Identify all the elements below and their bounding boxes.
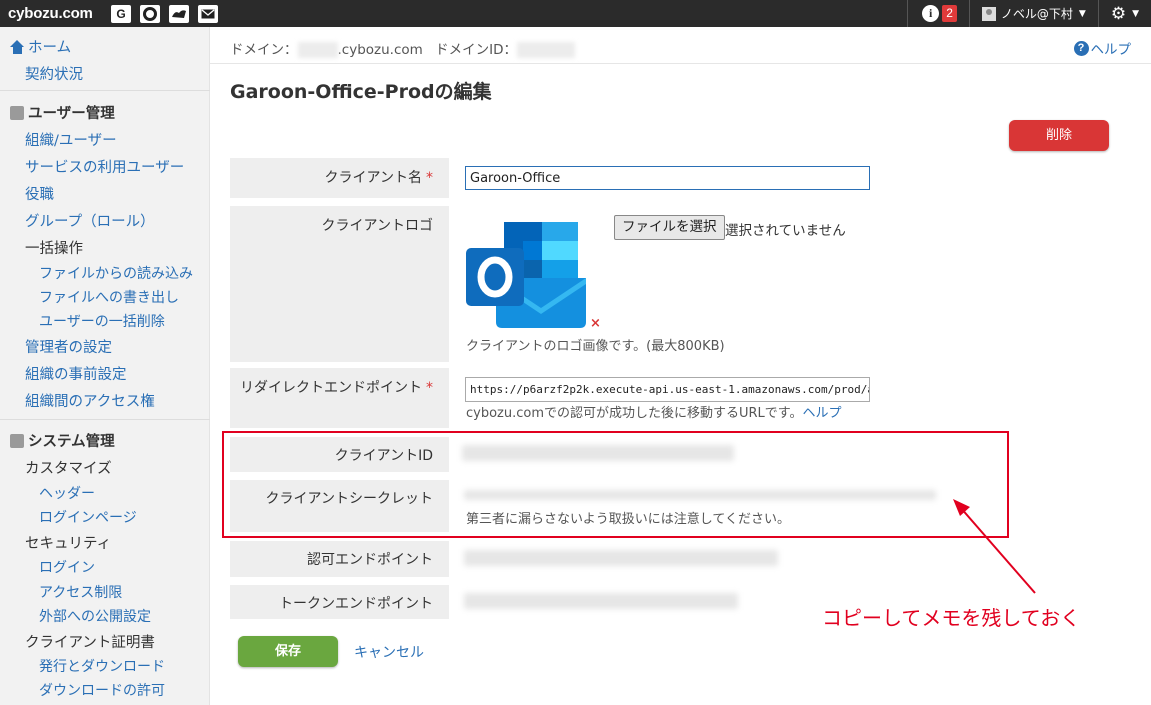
remove-logo-icon[interactable]: × xyxy=(590,316,601,331)
auth-endpoint-label: 認可エンドポイント xyxy=(230,541,449,577)
sidebar-item-home[interactable]: ホーム xyxy=(10,36,71,57)
user-menu[interactable]: ノベル@下村 ▼ xyxy=(970,0,1098,27)
system-management-heading: システム管理 xyxy=(10,430,115,451)
sidebar-item-client-cert: クライアント証明書 xyxy=(25,635,155,651)
sidebar-item-access-restriction[interactable]: アクセス制限 xyxy=(39,582,122,602)
home-icon xyxy=(10,39,25,54)
sidebar-item-admins[interactable]: 管理者の設定 xyxy=(25,336,112,357)
caret-down-icon: ▼ xyxy=(1132,8,1139,19)
sidebar: ホーム 契約状況 ユーザー管理 組織/ユーザー サービスの利用ユーザー 役職 グ… xyxy=(0,27,210,705)
redirect-endpoint-input[interactable]: https://p6arzf2p2k.execute-api.us-east-1… xyxy=(465,377,870,402)
delete-button[interactable]: 削除 xyxy=(1009,120,1109,151)
choose-file-button[interactable]: ファイルを選択 xyxy=(614,215,725,240)
user-name: ノベル@下村 xyxy=(1000,7,1073,21)
sidebar-item-org-users[interactable]: 組織/ユーザー xyxy=(25,129,117,150)
logo-hint: クライアントのロゴ画像です。(最大800KB) xyxy=(466,339,725,354)
client-name-label: クライアント名 * xyxy=(230,158,449,198)
top-bar: cybozu.com G i 2 ノベル@下村 ▼ ⚙ ▼ xyxy=(0,0,1151,27)
garoon-app-icon[interactable]: G xyxy=(111,4,131,23)
sidebar-item-contract[interactable]: 契約状況 xyxy=(25,63,83,84)
outlook-logo-image xyxy=(466,222,586,328)
user-icon xyxy=(981,6,996,21)
token-endpoint-label: トークンエンドポイント xyxy=(230,585,449,619)
user-icon xyxy=(10,105,24,120)
gear-icon: ⚙ xyxy=(1110,3,1127,24)
token-endpoint-value-redacted xyxy=(464,593,738,609)
info-icon: i xyxy=(922,5,940,22)
sidebar-item-cert-permit[interactable]: ダウンロードの許可 xyxy=(39,680,165,700)
auth-endpoint-value-redacted xyxy=(464,550,778,566)
client-name-input[interactable] xyxy=(465,166,870,190)
domain-info: ドメイン： .cybozu.com ドメインID： xyxy=(230,38,575,58)
sidebar-item-positions[interactable]: 役職 xyxy=(25,183,54,204)
mail-app-icon[interactable] xyxy=(198,4,218,23)
caret-down-icon: ▼ xyxy=(1078,8,1086,19)
sidebar-item-bulk: 一括操作 xyxy=(25,241,83,257)
cancel-link[interactable]: キャンセル xyxy=(354,642,424,662)
sidebar-item-header[interactable]: ヘッダー xyxy=(39,483,95,503)
help-link[interactable]: ? ヘルプ xyxy=(1073,38,1131,58)
kintone-app-icon[interactable] xyxy=(169,4,189,23)
sidebar-item-cert-issue[interactable]: 発行とダウンロード xyxy=(39,656,165,676)
brand-logo[interactable]: cybozu.com xyxy=(8,5,111,22)
question-icon: ? xyxy=(1073,40,1089,56)
sidebar-item-login-page[interactable]: ログインページ xyxy=(39,507,137,527)
sidebar-item-export[interactable]: ファイルへの書き出し xyxy=(39,287,179,307)
save-button[interactable]: 保存 xyxy=(238,636,338,667)
redirect-endpoint-label: リダイレクトエンドポイント * xyxy=(230,368,449,428)
notification-button[interactable]: i 2 xyxy=(908,0,969,27)
client-logo-label: クライアントロゴ xyxy=(230,206,449,362)
sidebar-item-import[interactable]: ファイルからの読み込み xyxy=(39,263,193,283)
user-management-heading: ユーザー管理 xyxy=(10,102,115,123)
file-status: 選択されていません xyxy=(725,223,846,239)
sidebar-item-login[interactable]: ログイン xyxy=(39,557,95,577)
page-title: Garoon-Office-Prodの編集 xyxy=(230,81,492,103)
sidebar-item-org-presets[interactable]: 組織の事前設定 xyxy=(25,363,127,384)
domain-bar: ドメイン： .cybozu.com ドメインID： ? ヘルプ xyxy=(210,27,1151,64)
annotation-text: コピーしてメモを残しておく xyxy=(822,606,1081,630)
sidebar-item-bulk-delete[interactable]: ユーザーの一括削除 xyxy=(39,311,165,331)
sidebar-item-groups[interactable]: グループ（ロール） xyxy=(25,210,155,231)
settings-menu[interactable]: ⚙ ▼ xyxy=(1099,0,1151,27)
sidebar-item-security: セキュリティ xyxy=(25,536,112,552)
sidebar-item-public-settings[interactable]: 外部への公開設定 xyxy=(39,606,151,626)
office-app-icon[interactable] xyxy=(140,4,160,23)
sidebar-item-org-access[interactable]: 組織間のアクセス権 xyxy=(25,390,155,411)
sidebar-item-customize: カスタマイズ xyxy=(25,461,112,477)
sidebar-item-service-users[interactable]: サービスの利用ユーザー xyxy=(25,156,184,177)
annotation-highlight-box xyxy=(222,431,1009,538)
redirect-help-link[interactable]: ヘルプ xyxy=(803,406,842,421)
notification-badge: 2 xyxy=(942,5,957,22)
redirect-hint: cybozu.comでの認可が成功した後に移動するURLです。ヘルプ xyxy=(466,406,842,421)
gear-icon xyxy=(10,433,24,448)
